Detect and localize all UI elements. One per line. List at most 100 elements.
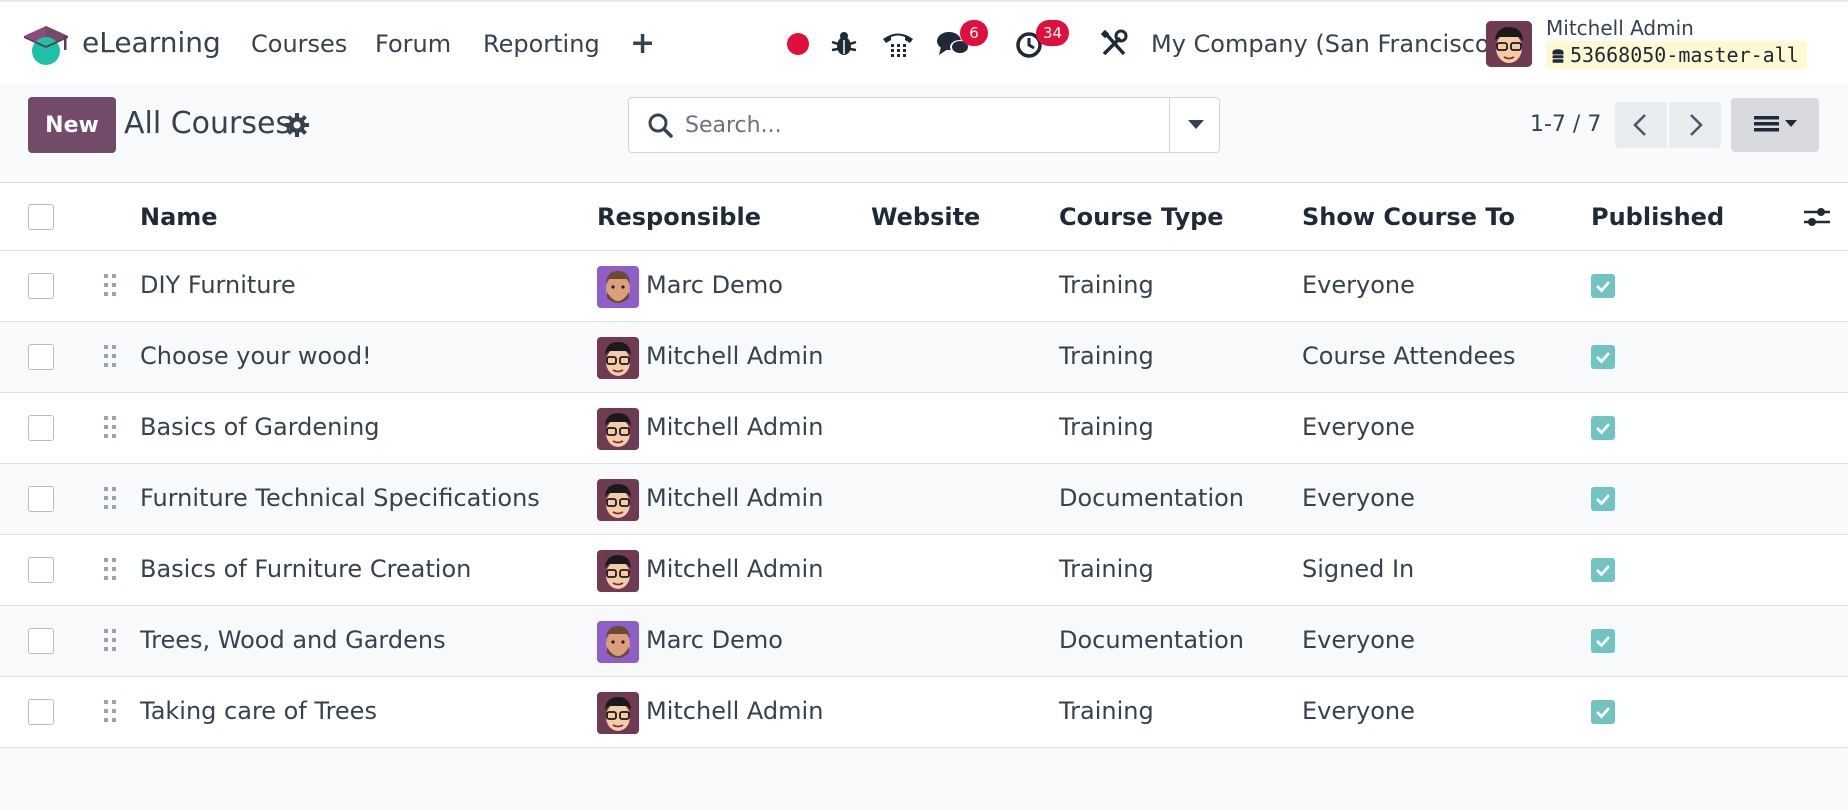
page-title: All Courses — [124, 106, 292, 141]
pager-value[interactable]: 1-7 / 7 — [1530, 112, 1601, 137]
table-row[interactable]: Basics of Furniture Creation Mitchell Ad… — [0, 535, 1848, 606]
course-type: Training — [1059, 271, 1154, 299]
course-type: Training — [1059, 697, 1154, 725]
row-checkbox[interactable] — [28, 628, 54, 654]
course-name: Furniture Technical Specifications — [140, 484, 540, 512]
drag-handle-icon[interactable] — [102, 414, 118, 440]
add-menu-button[interactable]: + — [630, 26, 655, 61]
mitchell-admin-face-icon — [1486, 21, 1532, 67]
course-type: Training — [1059, 555, 1154, 583]
table-row[interactable]: Furniture Technical Specifications Mitch… — [0, 464, 1848, 535]
row-checkbox[interactable] — [28, 557, 54, 583]
responsible-avatar — [597, 692, 639, 734]
drag-handle-icon[interactable] — [102, 272, 118, 298]
company-switcher[interactable]: My Company (San Francisco) — [1151, 30, 1499, 58]
responsible-avatar — [597, 621, 639, 663]
elearning-logo-icon[interactable] — [22, 24, 70, 68]
user-name[interactable]: Mitchell Admin — [1546, 16, 1694, 40]
responsible-name: Mitchell Admin — [646, 413, 824, 441]
pager-previous-button[interactable] — [1615, 102, 1667, 148]
mitchell-admin-face-icon — [597, 408, 639, 450]
menu-courses[interactable]: Courses — [251, 30, 347, 58]
column-published[interactable]: Published — [1591, 203, 1724, 231]
table-row[interactable]: DIY Furniture Marc Demo Training Everyon… — [0, 251, 1848, 322]
bug-icon[interactable] — [828, 28, 860, 60]
drag-handle-icon[interactable] — [102, 343, 118, 369]
show-course-to: Everyone — [1302, 413, 1415, 441]
course-type: Documentation — [1059, 626, 1245, 654]
activity-badge: 34 — [1036, 20, 1070, 46]
gear-icon[interactable] — [284, 112, 310, 138]
published-checkbox[interactable] — [1591, 487, 1615, 511]
responsible-name: Mitchell Admin — [646, 555, 824, 583]
app-title[interactable]: eLearning — [82, 26, 221, 59]
database-icon — [1552, 49, 1564, 63]
record-dot-icon[interactable] — [782, 28, 814, 60]
search-input[interactable] — [685, 98, 1155, 152]
responsible-avatar — [597, 479, 639, 521]
course-type: Training — [1059, 413, 1154, 441]
phone-icon[interactable] — [880, 28, 916, 60]
marc-demo-face-icon — [597, 266, 639, 308]
check-icon — [1596, 565, 1611, 577]
row-checkbox[interactable] — [28, 415, 54, 441]
course-name: DIY Furniture — [140, 271, 296, 299]
course-name: Basics of Furniture Creation — [140, 555, 472, 583]
drag-handle-icon[interactable] — [102, 485, 118, 511]
course-name: Taking care of Trees — [140, 697, 377, 725]
published-checkbox[interactable] — [1591, 345, 1615, 369]
column-course-type[interactable]: Course Type — [1059, 203, 1224, 231]
row-checkbox[interactable] — [28, 344, 54, 370]
new-button[interactable]: New — [28, 97, 116, 153]
list-view-switcher[interactable] — [1731, 98, 1819, 152]
column-responsible[interactable]: Responsible — [597, 203, 761, 231]
search-options-toggle[interactable] — [1169, 98, 1220, 152]
drag-handle-icon[interactable] — [102, 556, 118, 582]
responsible-name: Mitchell Admin — [646, 697, 824, 725]
published-checkbox[interactable] — [1591, 700, 1615, 724]
database-chip: 53668050-master-all — [1546, 41, 1807, 69]
table-row[interactable]: Trees, Wood and Gardens Marc Demo Docume… — [0, 606, 1848, 677]
course-type: Documentation — [1059, 484, 1245, 512]
published-checkbox[interactable] — [1591, 416, 1615, 440]
top-navbar: eLearning Courses Forum Reporting + 6 34 — [0, 0, 1848, 84]
drag-handle-icon[interactable] — [102, 627, 118, 653]
mitchell-admin-face-icon — [597, 337, 639, 379]
tools-icon[interactable] — [1098, 28, 1130, 60]
course-name: Trees, Wood and Gardens — [140, 626, 446, 654]
check-icon — [1596, 423, 1611, 435]
menu-reporting[interactable]: Reporting — [483, 30, 600, 58]
marc-demo-face-icon — [597, 621, 639, 663]
column-show-course-to[interactable]: Show Course To — [1302, 203, 1515, 231]
published-checkbox[interactable] — [1591, 629, 1615, 653]
column-name[interactable]: Name — [140, 203, 218, 231]
drag-handle-icon[interactable] — [102, 698, 118, 724]
mitchell-admin-face-icon — [597, 550, 639, 592]
user-avatar[interactable] — [1486, 21, 1532, 67]
table-header: Name Responsible Website Course Type Sho… — [0, 183, 1848, 251]
row-checkbox[interactable] — [28, 486, 54, 512]
chevron-right-icon — [1690, 114, 1703, 136]
check-icon — [1596, 352, 1611, 364]
optional-columns-icon[interactable] — [1802, 203, 1832, 231]
responsible-name: Marc Demo — [646, 271, 783, 299]
column-website[interactable]: Website — [871, 203, 980, 231]
responsible-avatar — [597, 408, 639, 450]
select-all-checkbox[interactable] — [28, 204, 54, 230]
menu-forum[interactable]: Forum — [375, 30, 451, 58]
pager-next-button[interactable] — [1669, 102, 1721, 148]
check-icon — [1596, 636, 1611, 648]
table-row[interactable]: Choose your wood! Mitchell Admin Trainin… — [0, 322, 1848, 393]
responsible-name: Mitchell Admin — [646, 342, 824, 370]
table-row[interactable]: Basics of Gardening Mitchell Admin Train… — [0, 393, 1848, 464]
table-row[interactable]: Taking care of Trees Mitchell Admin Trai… — [0, 677, 1848, 748]
database-name: 53668050-master-all — [1570, 43, 1799, 67]
row-checkbox[interactable] — [28, 273, 54, 299]
show-course-to: Everyone — [1302, 271, 1415, 299]
published-checkbox[interactable] — [1591, 558, 1615, 582]
responsible-name: Marc Demo — [646, 626, 783, 654]
row-checkbox[interactable] — [28, 699, 54, 725]
published-checkbox[interactable] — [1591, 274, 1615, 298]
check-icon — [1596, 281, 1611, 293]
course-name: Basics of Gardening — [140, 413, 380, 441]
